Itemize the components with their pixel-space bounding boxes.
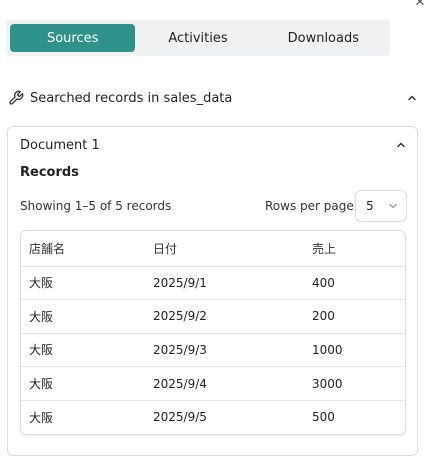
table-cell: 大阪 bbox=[21, 266, 145, 301]
table-cell: 3000 bbox=[304, 366, 405, 401]
table-row: 大阪 2025/9/4 3000 bbox=[21, 366, 405, 401]
table-cell: 大阪 bbox=[21, 333, 145, 368]
searched-records-header[interactable]: Searched records in sales_data bbox=[8, 86, 418, 110]
table-row: 大阪 2025/9/3 1000 bbox=[21, 333, 405, 368]
table-cell: 2025/9/5 bbox=[153, 410, 207, 425]
rows-per-page-value: 5 bbox=[366, 199, 374, 213]
table-cell: 2025/9/1 bbox=[145, 266, 304, 301]
chevron-up-icon[interactable] bbox=[395, 139, 407, 151]
tab-sources[interactable]: Sources bbox=[10, 24, 136, 52]
table-cell: 大阪 bbox=[21, 366, 145, 401]
tab-bar: Sources Activities Downloads bbox=[6, 20, 390, 56]
wrench-icon bbox=[9, 90, 24, 105]
chevron-up-icon[interactable] bbox=[406, 92, 418, 104]
column-header-sales[interactable]: 売上 bbox=[304, 231, 405, 267]
showing-count: Showing 1–5 of 5 records bbox=[20, 199, 172, 213]
chevron-down-icon bbox=[389, 203, 397, 209]
rows-per-page-select[interactable]: 5 bbox=[355, 190, 407, 222]
close-icon: ✕ bbox=[414, 0, 426, 10]
table-cell: 大阪 bbox=[21, 299, 145, 334]
table-row: 大阪 2025/9/2 200 bbox=[21, 299, 405, 334]
column-header-date[interactable]: 日付 bbox=[145, 231, 304, 267]
table-header-row: 店舗名 日付 売上 bbox=[21, 231, 405, 267]
table-cell: 1000 bbox=[304, 333, 405, 368]
table-row: 大阪 2025/9/1 400 bbox=[21, 266, 405, 301]
table-cell: 200 bbox=[304, 299, 405, 334]
document-title: Document 1 bbox=[20, 137, 100, 153]
rows-per-page-label: Rows per page bbox=[265, 199, 354, 213]
document-header[interactable]: Document 1 bbox=[20, 135, 407, 155]
table-row: 大阪 2025/9/5 500 bbox=[21, 400, 405, 434]
close-button[interactable]: ✕ bbox=[409, 0, 430, 11]
tab-activities[interactable]: Activities bbox=[135, 24, 260, 52]
records-heading: Records bbox=[20, 165, 79, 180]
table-cell: 400 bbox=[304, 266, 405, 301]
document-card: Document 1 Records Showing 1–5 of 5 reco… bbox=[7, 126, 418, 456]
table-cell: 2025/9/3 bbox=[145, 333, 304, 368]
table-cell: 500 bbox=[312, 410, 335, 425]
tab-downloads[interactable]: Downloads bbox=[261, 24, 386, 52]
records-table: 店舗名 日付 売上 大阪 2025/9/1 400 大阪 2025/9/2 20… bbox=[20, 230, 406, 435]
table-cell: 2025/9/2 bbox=[145, 299, 304, 334]
table-cell: 大阪 bbox=[29, 410, 54, 425]
section-title: Searched records in sales_data bbox=[30, 90, 233, 106]
column-header-store[interactable]: 店舗名 bbox=[21, 231, 145, 267]
table-cell: 2025/9/4 bbox=[145, 366, 304, 401]
